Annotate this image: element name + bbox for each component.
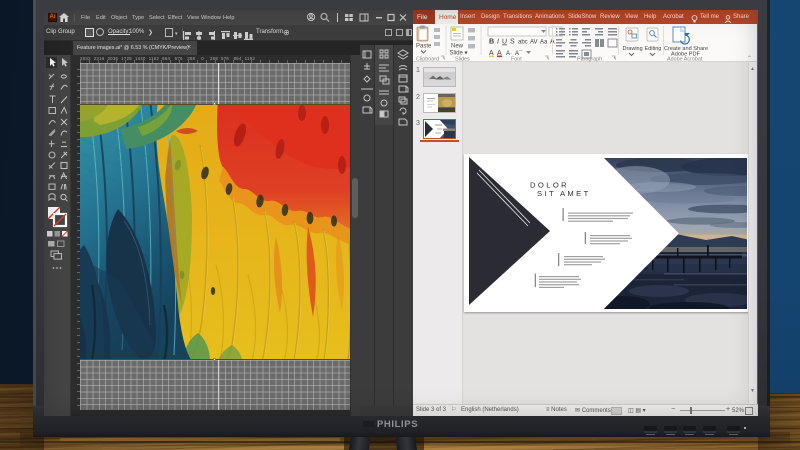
svg-text:Paste: Paste	[416, 44, 432, 50]
svg-text:SIT AMET: SIT AMET	[537, 189, 591, 198]
svg-text:Aa: Aa	[540, 40, 548, 46]
svg-text:I: I	[497, 39, 499, 46]
svg-text:B: B	[489, 39, 494, 46]
svg-text:abc: abc	[518, 40, 528, 46]
svg-text:New: New	[451, 44, 464, 50]
svg-text:AV: AV	[530, 40, 538, 46]
svg-text:U: U	[502, 39, 507, 46]
svg-text:S: S	[510, 39, 515, 46]
svg-text:⌃: ⌃	[747, 55, 752, 62]
svg-text:Drawing: Drawing	[623, 46, 643, 52]
svg-text:Editing: Editing	[645, 46, 662, 52]
